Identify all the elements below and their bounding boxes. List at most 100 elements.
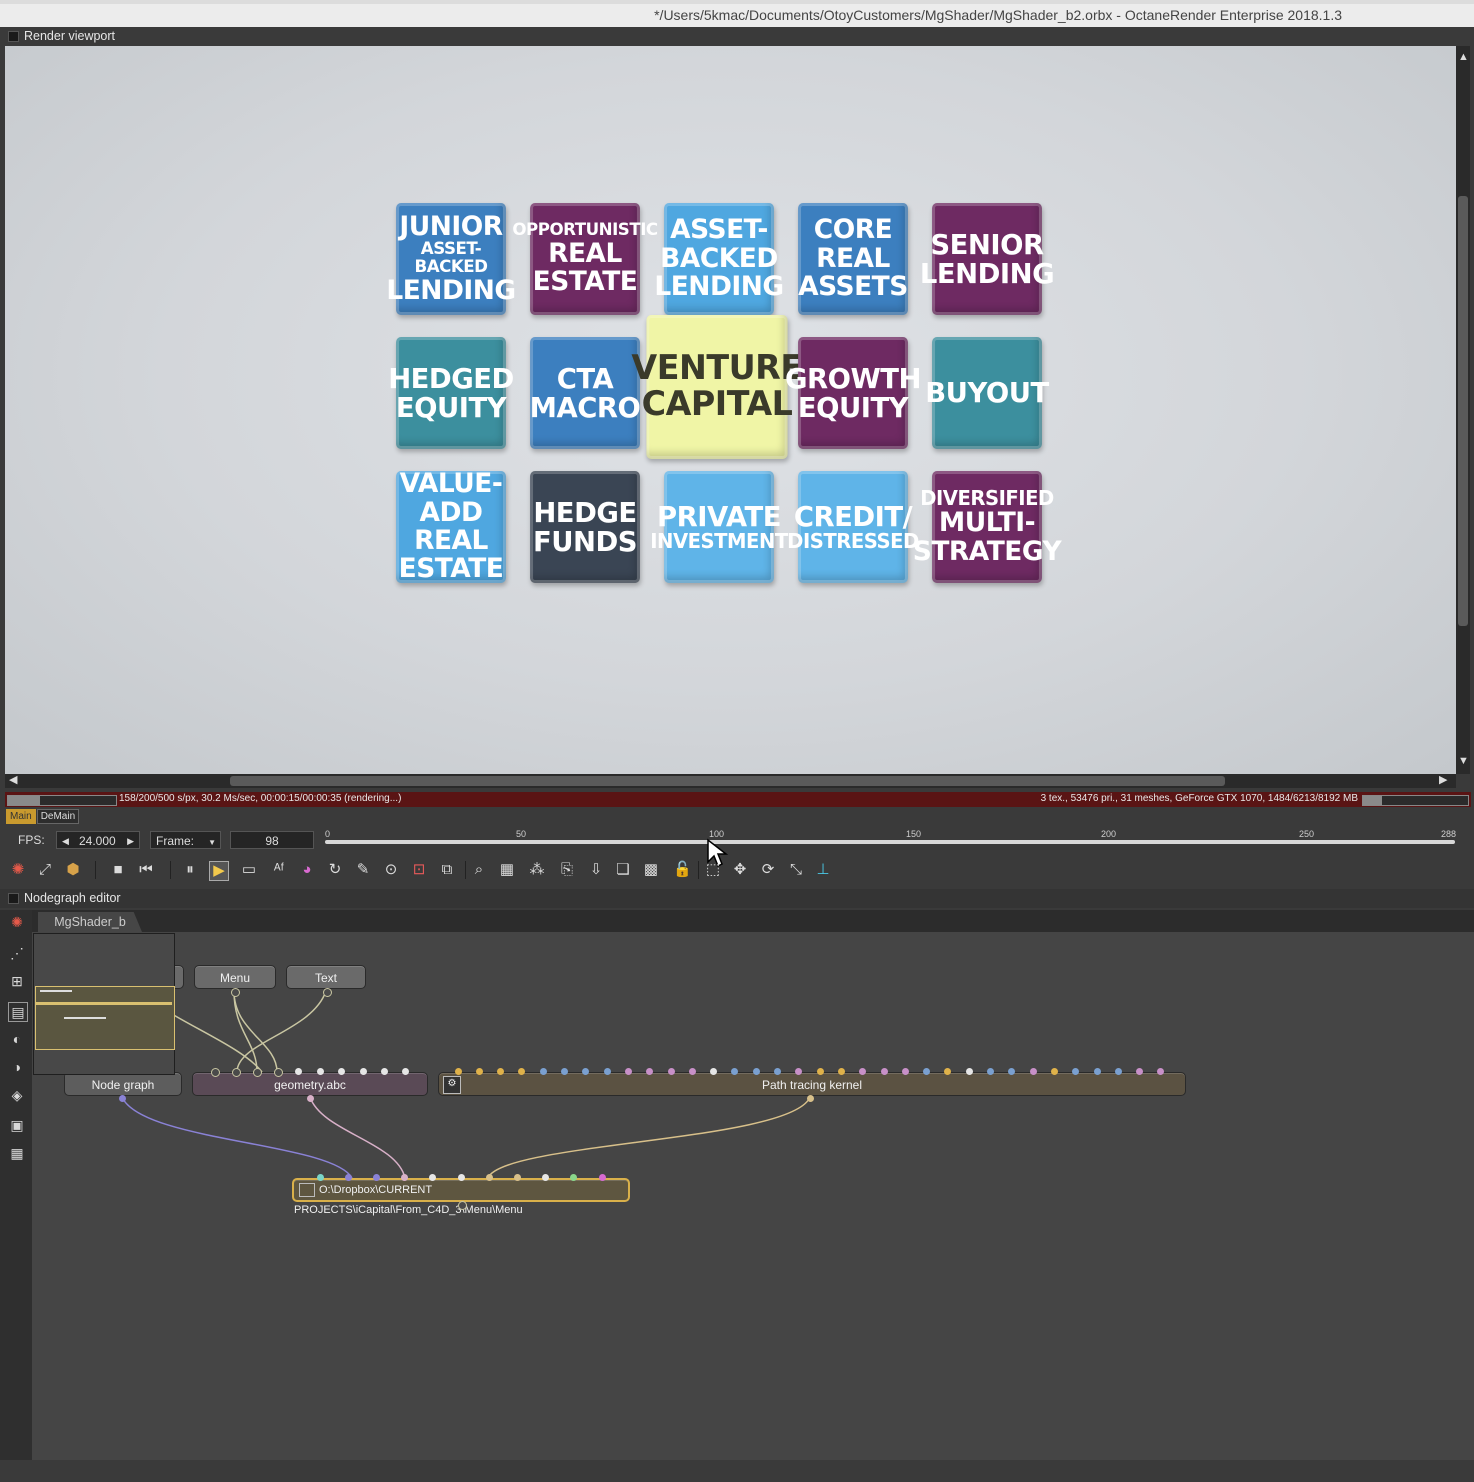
- kernel-input-pin[interactable]: [752, 1067, 760, 1075]
- render-target-input-pin[interactable]: [429, 1173, 437, 1181]
- orbit-icon[interactable]: ⟳: [759, 861, 777, 879]
- menu-output-pin[interactable]: [230, 987, 240, 997]
- kernel-input-pin[interactable]: [1136, 1067, 1144, 1075]
- fit-icon[interactable]: ⤡: [787, 861, 805, 879]
- scroll-right-icon[interactable]: ▶: [1439, 775, 1447, 786]
- kernel-input-pin[interactable]: [646, 1067, 654, 1075]
- kernel-input-pin[interactable]: [816, 1067, 824, 1075]
- render-target-output-pin[interactable]: [457, 1200, 467, 1210]
- kernel-input-pin[interactable]: [454, 1067, 462, 1075]
- geometry-input-pin[interactable]: [252, 1067, 262, 1077]
- geometry-icon[interactable]: ◈: [8, 1086, 26, 1104]
- geometry-output-pin[interactable]: [306, 1094, 314, 1102]
- kernel-input-pin[interactable]: [774, 1067, 781, 1075]
- scroll-up-icon[interactable]: ▲: [1458, 52, 1469, 63]
- geometry-node[interactable]: geometry.abc: [192, 1072, 428, 1096]
- dots-icon[interactable]: ⁂: [528, 861, 546, 879]
- panel-toggle-icon[interactable]: [8, 31, 19, 42]
- render-target-node[interactable]: O:\Dropbox\CURRENT PROJECTS\iCapital\Fro…: [292, 1178, 630, 1216]
- kernel-output-pin[interactable]: [806, 1094, 814, 1102]
- color-wheel-icon[interactable]: ◕: [298, 861, 316, 879]
- kernel-input-pin[interactable]: [1050, 1067, 1058, 1075]
- display-icon[interactable]: ▭: [240, 861, 258, 879]
- geometry-input-pin[interactable]: [380, 1067, 388, 1075]
- kernel-input-pin[interactable]: [795, 1067, 803, 1075]
- material-icon[interactable]: ◐: [8, 1030, 26, 1048]
- geometry-input-pin[interactable]: [316, 1067, 324, 1075]
- zoom-icon[interactable]: ⌕: [470, 861, 488, 879]
- copy-icon[interactable]: ⎘: [558, 861, 576, 879]
- camera-box-icon[interactable]: ⬚: [704, 861, 722, 879]
- kernel-input-pin[interactable]: [603, 1067, 611, 1075]
- timeline-track[interactable]: [325, 840, 1455, 844]
- decrement-icon[interactable]: ◀: [62, 832, 69, 850]
- kernel-input-pin[interactable]: [688, 1067, 696, 1075]
- kernel-input-pin[interactable]: [475, 1067, 483, 1075]
- stop-icon[interactable]: ■: [109, 861, 127, 879]
- render-target-input-pin[interactable]: [570, 1173, 578, 1181]
- octane-logo-icon[interactable]: ✺: [9, 861, 27, 879]
- camera-icon[interactable]: ▣: [8, 1116, 26, 1134]
- rewind-icon[interactable]: ⏮: [137, 861, 155, 879]
- link-icon[interactable]: ⤢: [36, 861, 54, 879]
- nodegraph-canvas[interactable]: Menu Text Node graph geometry.abc ⚙ Path…: [32, 932, 1474, 1460]
- kernel-input-pin[interactable]: [667, 1067, 675, 1075]
- kernel-input-pin[interactable]: [561, 1067, 568, 1075]
- tab-mgshader[interactable]: MgShader_b: [38, 912, 142, 932]
- render-target-input-pin[interactable]: [316, 1173, 324, 1181]
- render-viewport[interactable]: JUNIOR ASSET-BACKED LENDING OPPORTUNISTIC RE…: [5, 46, 1456, 774]
- region-icon[interactable]: ⊡: [410, 861, 428, 879]
- fps-stepper[interactable]: ◀ 24.000 ▶: [56, 831, 140, 849]
- kernel-input-pin[interactable]: [624, 1067, 632, 1075]
- kernel-input-pin[interactable]: [497, 1067, 505, 1075]
- kernel-input-pin[interactable]: [923, 1067, 931, 1075]
- kernel-input-pin[interactable]: [1114, 1067, 1122, 1075]
- kernel-input-pin[interactable]: [880, 1067, 888, 1075]
- tab-main[interactable]: Main: [6, 809, 36, 824]
- tab-demain[interactable]: DeMain: [36, 809, 80, 824]
- kernel-input-pin[interactable]: [1072, 1067, 1080, 1075]
- geometry-input-pin[interactable]: [294, 1067, 302, 1075]
- node-graph-node[interactable]: Node graph: [64, 1072, 182, 1096]
- increment-icon[interactable]: ▶: [127, 832, 134, 850]
- frame-dropdown[interactable]: Frame: ▼: [150, 831, 221, 849]
- brush-icon[interactable]: ✎: [354, 861, 372, 879]
- play-icon[interactable]: ▶: [209, 861, 229, 881]
- geometry-input-pin[interactable]: [273, 1067, 283, 1077]
- geometry-input-pin[interactable]: [210, 1067, 220, 1077]
- render-target-input-pin[interactable]: [485, 1173, 493, 1181]
- scroll-left-icon[interactable]: ◀: [9, 775, 17, 786]
- viewport-vertical-scrollbar[interactable]: ▲ ▼: [1456, 46, 1470, 774]
- pause-icon[interactable]: ⏸: [181, 861, 199, 879]
- node-tree-icon[interactable]: ⋰: [8, 944, 26, 962]
- kernel-input-pin[interactable]: [582, 1067, 590, 1075]
- kernel-input-pin[interactable]: [1093, 1067, 1101, 1075]
- frame-input[interactable]: 98: [230, 831, 314, 849]
- refresh-icon[interactable]: ↻: [326, 861, 344, 879]
- lock-icon[interactable]: 🔓: [673, 861, 692, 879]
- film-icon[interactable]: ⧉: [438, 861, 456, 879]
- kernel-input-pin[interactable]: [1008, 1067, 1016, 1075]
- checker-icon[interactable]: ▩: [642, 861, 660, 879]
- path-tracing-kernel-node[interactable]: ⚙ Path tracing kernel: [438, 1072, 1186, 1096]
- panel-toggle-icon[interactable]: [8, 893, 19, 904]
- move-icon[interactable]: ✥: [731, 861, 749, 879]
- scroll-down-icon[interactable]: ▼: [1458, 756, 1469, 767]
- render-target-input-pin[interactable]: [542, 1173, 550, 1181]
- geometry-input-pin[interactable]: [401, 1067, 409, 1075]
- graph-view-icon[interactable]: ▤: [8, 1002, 28, 1022]
- texture-icon[interactable]: ◑: [8, 1058, 26, 1076]
- render-target-input-pin[interactable]: [598, 1173, 606, 1181]
- kernel-input-pin[interactable]: [837, 1067, 845, 1075]
- kernel-input-pin[interactable]: [987, 1067, 994, 1075]
- menu-node[interactable]: Menu: [194, 965, 276, 989]
- picker-icon[interactable]: ⊙: [382, 861, 400, 879]
- render-target-input-pin[interactable]: [344, 1173, 352, 1181]
- kernel-input-pin[interactable]: [518, 1067, 526, 1075]
- kernel-input-pin[interactable]: [539, 1067, 547, 1075]
- geometry-input-pin[interactable]: [231, 1067, 241, 1077]
- render-target-input-pin[interactable]: [457, 1173, 465, 1181]
- kernel-input-pin[interactable]: [731, 1067, 739, 1075]
- node-layout-icon[interactable]: ⊞: [8, 972, 26, 990]
- scrollbar-thumb[interactable]: [230, 776, 1225, 786]
